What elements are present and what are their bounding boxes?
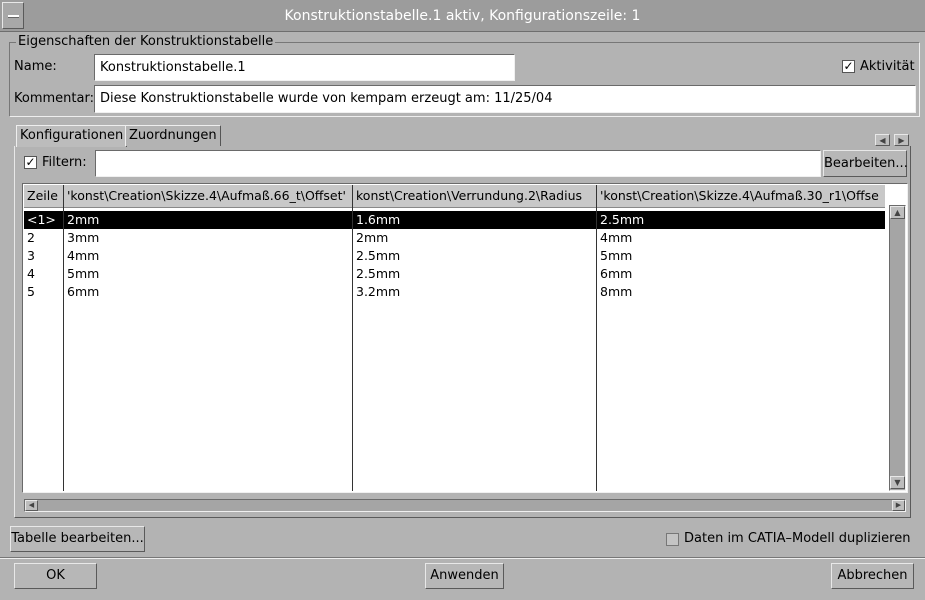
filter-checkbox[interactable]: ✓ [24, 156, 37, 169]
cancel-button[interactable]: Abbrechen [831, 563, 914, 589]
scroll-down-icon[interactable]: ▼ [890, 476, 905, 489]
column-header[interactable]: konst\Creation\Verrundung.2\Radius [353, 185, 596, 208]
table-cell[interactable]: <1> [24, 211, 63, 229]
table-cell[interactable]: 2.5mm [353, 265, 596, 283]
table-cell[interactable]: 1.6mm [353, 211, 596, 229]
window-title: Konstruktionstabelle.1 aktiv, Konfigurat… [284, 8, 641, 24]
scroll-left-icon[interactable]: ◀ [25, 500, 38, 511]
activity-checkbox[interactable]: ✓ [842, 60, 855, 73]
properties-group-label: Eigenschaften der Konstruktionstabelle [16, 34, 276, 49]
tab-scroll-right-icon[interactable]: ▶ [894, 134, 909, 146]
table-cell[interactable]: 2.5mm [353, 247, 596, 265]
filter-input[interactable] [95, 150, 821, 177]
table-cell[interactable]: 5mm [597, 247, 885, 265]
footer-separator [0, 557, 925, 559]
duplicate-checkbox[interactable] [666, 533, 679, 546]
table-cell[interactable]: 5mm [64, 265, 352, 283]
column-offset-30: 'konst\Creation\Skizze.4\Aufmaß.30_r1\Of… [597, 185, 885, 491]
table-cell[interactable]: 6mm [64, 283, 352, 301]
column-header[interactable]: 'konst\Creation\Skizze.4\Aufmaß.66_t\Off… [64, 185, 352, 208]
table-cell[interactable]: 4mm [64, 247, 352, 265]
table-cell[interactable]: 2mm [353, 229, 596, 247]
column-zeile: Zeile <1> 2 3 4 5 [24, 185, 64, 491]
column-radius: konst\Creation\Verrundung.2\Radius 1.6mm… [353, 185, 597, 491]
duplicate-label: Daten im CATIA–Modell duplizieren [684, 531, 911, 546]
tab-scroll-left-icon[interactable]: ◀ [875, 134, 890, 146]
scroll-up-icon[interactable]: ▲ [890, 206, 905, 219]
column-header[interactable]: Zeile [24, 185, 63, 208]
column-header[interactable]: 'konst\Creation\Skizze.4\Aufmaß.30_r1\Of… [597, 185, 885, 208]
table-cell[interactable]: 8mm [597, 283, 885, 301]
name-input[interactable]: Konstruktionstabelle.1 [94, 54, 515, 81]
table-cell[interactable]: 2 [24, 229, 63, 247]
table-cell[interactable]: 3 [24, 247, 63, 265]
filter-edit-button[interactable]: Bearbeiten... [823, 150, 908, 177]
table-cell[interactable]: 4mm [597, 229, 885, 247]
table-cell[interactable]: 3mm [64, 229, 352, 247]
comment-label: Kommentar: [14, 91, 94, 106]
table-cell[interactable]: 3.2mm [353, 283, 596, 301]
table-cell[interactable]: 5 [24, 283, 63, 301]
tab-zuordnungen[interactable]: Zuordnungen [125, 125, 221, 146]
activity-label: Aktivität [860, 59, 915, 74]
table-cell[interactable]: 6mm [597, 265, 885, 283]
name-label: Name: [14, 59, 57, 74]
vertical-scrollbar[interactable] [889, 205, 906, 491]
tab-konfigurationen[interactable]: Konfigurationen [16, 125, 128, 147]
column-offset-66: 'konst\Creation\Skizze.4\Aufmaß.66_t\Off… [64, 185, 353, 491]
table-cell[interactable]: 2mm [64, 211, 352, 229]
table-cell[interactable]: 2.5mm [597, 211, 885, 229]
table-cell[interactable]: 4 [24, 265, 63, 283]
apply-button[interactable]: Anwenden [425, 563, 504, 589]
ok-button[interactable]: OK [14, 563, 97, 589]
scroll-right-icon[interactable]: ▶ [892, 500, 905, 511]
edit-table-button[interactable]: Tabelle bearbeiten... [10, 526, 145, 552]
comment-input[interactable]: Diese Konstruktionstabelle wurde von kem… [94, 85, 916, 113]
filter-label: Filtern: [42, 155, 87, 170]
horizontal-scrollbar[interactable] [24, 499, 906, 512]
